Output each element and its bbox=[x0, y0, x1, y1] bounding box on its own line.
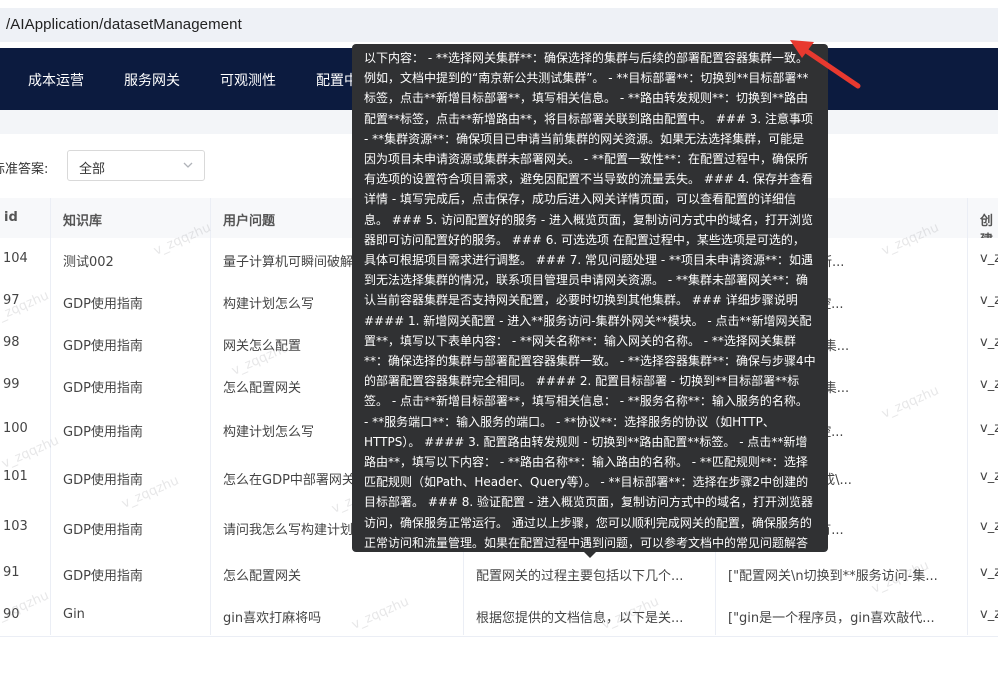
table-row[interactable]: 91 GDP使用指南 怎么配置网关 配置网关的过程主要包括以下几个... ["配置网关\… bbox=[0, 552, 998, 595]
row-knowledge-base: GDP使用指南 bbox=[63, 425, 143, 440]
row-creator: v_z bbox=[980, 293, 998, 308]
row-user-question: gin喜欢打麻将吗 bbox=[223, 611, 322, 626]
row-id: 98 bbox=[3, 335, 20, 350]
row-user-question: 怎么配置网关 bbox=[223, 569, 302, 584]
select-value: 全部 bbox=[79, 162, 106, 177]
row-creator: v_z bbox=[980, 607, 998, 622]
column-header-id[interactable]: id bbox=[4, 210, 18, 225]
nav-item-cost-ops[interactable]: 成本运营 bbox=[28, 70, 84, 90]
row-answer: 配置网关的过程主要包括以下几个... bbox=[476, 569, 684, 584]
row-id: 91 bbox=[3, 565, 20, 580]
row-knowledge-base: GDP使用指南 bbox=[63, 339, 143, 354]
row-knowledge-base: GDP使用指南 bbox=[63, 297, 143, 312]
row-id: 101 bbox=[3, 469, 28, 484]
row-answer: 根据您提供的文档信息，以下是关... bbox=[476, 611, 684, 626]
row-creator: v_z bbox=[980, 565, 998, 580]
row-knowledge-base: GDP使用指南 bbox=[63, 523, 143, 538]
row-creator: v_z bbox=[980, 377, 998, 392]
standard-answer-select[interactable]: 全部 bbox=[67, 150, 205, 181]
row-creator: v_z bbox=[980, 251, 998, 266]
row-knowledge-base: GDP使用指南 bbox=[63, 381, 143, 396]
row-id: 90 bbox=[3, 607, 20, 622]
row-knowledge-base: GDP使用指南 bbox=[63, 473, 143, 488]
row-id: 97 bbox=[3, 293, 20, 308]
annotation-arrow-icon bbox=[790, 40, 861, 89]
nav-item-observability[interactable]: 可观测性 bbox=[220, 70, 276, 90]
row-knowledge-base: GDP使用指南 bbox=[63, 569, 143, 584]
row-id: 100 bbox=[3, 421, 28, 436]
row-id: 103 bbox=[3, 519, 28, 534]
row-knowledge-base: 测试002 bbox=[63, 255, 114, 270]
row-creator: v_z bbox=[980, 469, 998, 484]
answer-tooltip: 以下内容： - **选择网关集群**：确保选择的集群与后续的部署配置容器集群一致… bbox=[352, 44, 828, 552]
chevron-down-icon bbox=[183, 162, 193, 168]
column-header-user-question[interactable]: 用户问题 bbox=[223, 210, 275, 229]
tooltip-text: 以下内容： - **选择网关集群**：确保选择的集群与后续的部署配置容器集群一致… bbox=[364, 51, 816, 550]
tooltip-arrow bbox=[584, 552, 596, 558]
standard-answer-filter-label: 标准答案: bbox=[0, 162, 49, 177]
row-id: 104 bbox=[3, 251, 28, 266]
column-header-knowledge-base[interactable]: 知识库 bbox=[63, 210, 102, 229]
row-creator: v_z bbox=[980, 421, 998, 436]
nav-item-service-gateway[interactable]: 服务网关 bbox=[124, 70, 180, 90]
row-context: ["gin是一个程序员，gin喜欢敲代... bbox=[728, 611, 935, 626]
table-row[interactable]: 90 Gin gin喜欢打麻将吗 根据您提供的文档信息，以下是关... ["gin是一个… bbox=[0, 594, 998, 637]
row-knowledge-base: Gin bbox=[63, 607, 85, 622]
row-creator: v_z bbox=[980, 335, 998, 350]
url-text: /AIApplication/datasetManagement bbox=[6, 16, 242, 33]
row-creator: v_z bbox=[980, 519, 998, 534]
row-context: ["配置网关\n切换到**服务访问-集... bbox=[728, 569, 938, 584]
row-id: 99 bbox=[3, 377, 20, 392]
